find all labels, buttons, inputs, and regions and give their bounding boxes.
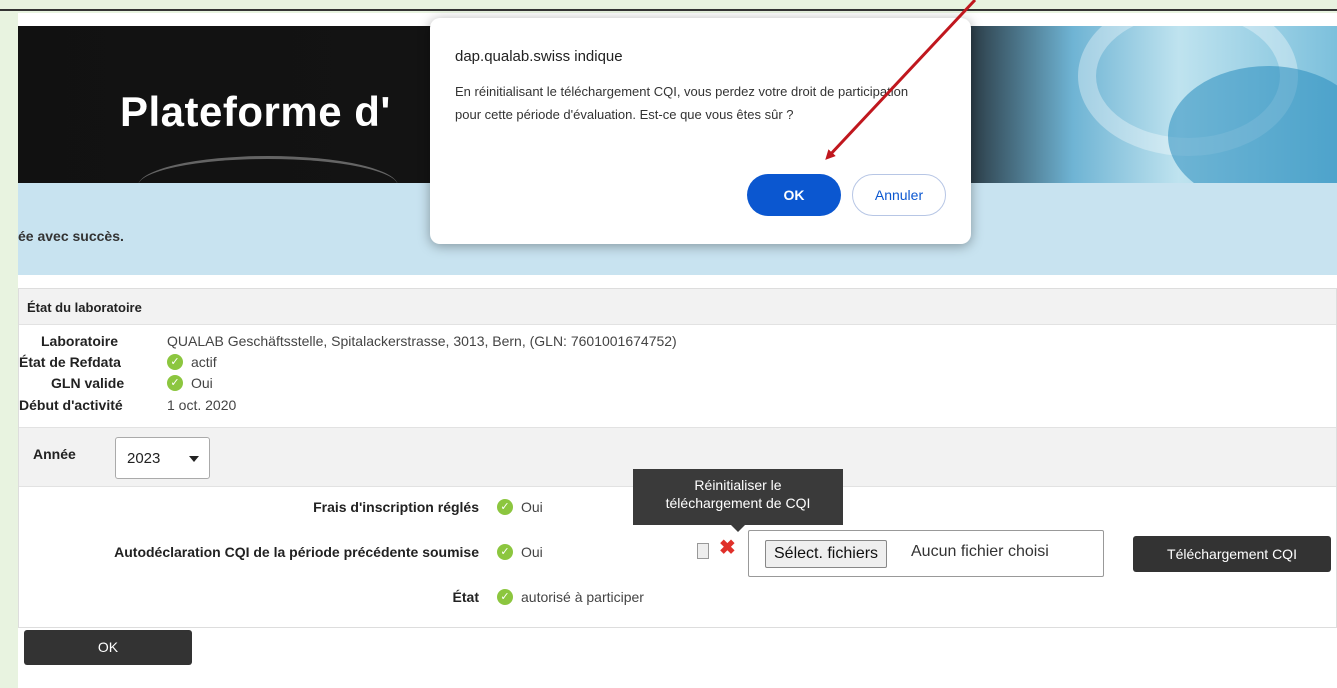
row-etat: État ✓ autorisé à participer xyxy=(19,587,1319,609)
file-input[interactable]: Sélect. fichiers Aucun fichier choisi xyxy=(748,530,1104,577)
chevron-down-icon xyxy=(189,456,199,462)
year-select-value: 2023 xyxy=(127,450,161,467)
field-debut-activite: Début d'activité 1 oct. 2020 xyxy=(19,397,919,417)
lab-status-header: État du laboratoire xyxy=(19,289,1336,325)
year-label: Année xyxy=(33,446,76,462)
check-icon: ✓ xyxy=(497,499,513,516)
field-label: Laboratoire xyxy=(41,333,119,349)
year-select[interactable]: 2023 xyxy=(115,437,210,479)
row-label: Autodéclaration CQI de la période précéd… xyxy=(114,544,479,560)
select-files-button[interactable]: Sélect. fichiers xyxy=(765,540,888,568)
delete-icon[interactable]: ✖ xyxy=(719,538,736,558)
field-value: 1 oct. 2020 xyxy=(167,397,237,413)
tooltip-line: Réinitialiser le xyxy=(694,477,782,493)
field-label: État de Refdata xyxy=(19,354,121,370)
field-value: QUALAB Geschäftsstelle, Spitalackerstras… xyxy=(167,333,677,349)
dialog-cancel-button[interactable]: Annuler xyxy=(852,174,946,216)
tooltip-line: téléchargement de CQI xyxy=(665,495,811,511)
success-message-text: ée avec succès. xyxy=(18,228,124,244)
banner-title: Plateforme d' xyxy=(120,88,391,135)
document-icon[interactable] xyxy=(697,543,709,559)
check-icon: ✓ xyxy=(167,354,183,371)
check-icon: ✓ xyxy=(497,589,513,606)
dialog-ok-button[interactable]: OK xyxy=(747,174,841,216)
check-icon: ✓ xyxy=(497,544,513,561)
file-status: Aucun fichier choisi xyxy=(911,543,1049,560)
lab-status-panel: État du laboratoire Laboratoire QUALAB G… xyxy=(18,288,1337,628)
field-refdata: État de Refdata ✓ actif xyxy=(19,354,919,374)
field-label: Début d'activité xyxy=(19,397,123,413)
field-gln-valide: GLN valide ✓ Oui xyxy=(19,375,919,395)
row-value: Oui xyxy=(521,544,543,560)
lab-status-title: État du laboratoire xyxy=(27,300,142,315)
check-icon: ✓ xyxy=(167,375,183,392)
row-autodeclaration: Autodéclaration CQI de la période précéd… xyxy=(19,542,1319,564)
field-label: GLN valide xyxy=(51,375,125,391)
dialog-title: dap.qualab.swiss indique xyxy=(455,48,623,65)
field-value: actif xyxy=(191,354,217,370)
top-border xyxy=(0,0,1337,11)
row-value: autorisé à participer xyxy=(521,589,644,605)
field-laboratoire: Laboratoire QUALAB Geschäftsstelle, Spit… xyxy=(19,333,919,353)
row-value: Oui xyxy=(521,499,543,515)
upload-cqi-button[interactable]: Téléchargement CQI xyxy=(1133,536,1331,572)
row-label: Frais d'inscription réglés xyxy=(313,499,479,515)
row-label: État xyxy=(452,589,479,605)
ok-button[interactable]: OK xyxy=(24,630,192,665)
reset-tooltip: Réinitialiser le téléchargement de CQI xyxy=(633,469,843,532)
dialog-message: En réinitialisant le téléchargement CQI,… xyxy=(455,84,909,122)
confirm-dialog: dap.qualab.swiss indique En réinitialisa… xyxy=(430,18,971,244)
field-value: Oui xyxy=(191,375,213,391)
